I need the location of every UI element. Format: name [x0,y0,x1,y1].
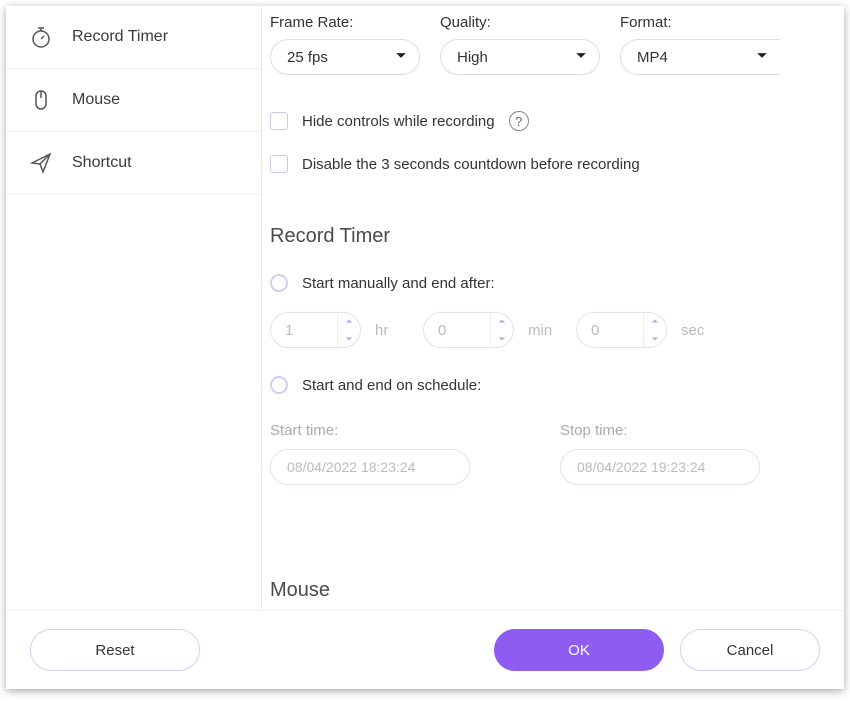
hours-value: 1 [271,322,337,339]
format-select[interactable]: MP4 [620,39,780,75]
help-icon[interactable]: ? [509,111,529,131]
quality-field: Quality: High [440,14,600,75]
sidebar-item-label: Shortcut [72,154,132,172]
sidebar-item-label: Mouse [72,91,120,109]
content-panel: Frame Rate: 25 fps Quality: High Format: [262,6,844,610]
hours-spinner[interactable]: 1 [270,312,361,348]
settings-dialog: Record Timer Mouse Shortcut [6,6,844,689]
seconds-unit: sec [681,322,715,339]
stop-time-input[interactable]: 08/04/2022 19:23:24 [560,449,760,485]
record-timer-title: Record Timer [262,185,844,260]
reset-button[interactable]: Reset [30,629,200,671]
paper-plane-icon [28,150,54,176]
start-time-input[interactable]: 08/04/2022 18:23:24 [270,449,470,485]
manual-radio-label: Start manually and end after: [302,275,495,292]
start-time-col: Start time: 08/04/2022 18:23:24 [270,422,470,485]
hide-controls-checkbox[interactable] [270,112,288,130]
manual-radio-row: Start manually and end after: [262,260,844,306]
ok-button-label: OK [568,642,590,659]
quality-select[interactable]: High [440,39,600,75]
start-time-value: 08/04/2022 18:23:24 [287,459,415,475]
schedule-radio-row: Start and end on schedule: [262,362,844,408]
main-area: Record Timer Mouse Shortcut [6,6,844,610]
seconds-down[interactable] [644,330,666,348]
reset-button-label: Reset [95,642,134,659]
mouse-icon [28,87,54,113]
hours-unit: hr [375,322,409,339]
format-field: Format: MP4 [620,14,780,75]
frame-rate-value: 25 fps [287,49,328,66]
minutes-unit: min [528,322,562,339]
duration-row: 1 hr 0 min 0 [262,306,844,362]
quality-value: High [457,49,488,66]
sidebar-list: Record Timer Mouse Shortcut [6,6,261,610]
disable-countdown-checkbox[interactable] [270,155,288,173]
sidebar-item-label: Record Timer [72,28,168,46]
frame-rate-label: Frame Rate: [270,14,420,31]
stop-time-label: Stop time: [560,422,760,439]
format-label: Format: [620,14,780,31]
seconds-stepper [643,312,666,348]
hours-up[interactable] [338,312,360,330]
disable-countdown-label: Disable the 3 seconds countdown before r… [302,156,640,173]
start-time-label: Start time: [270,422,470,439]
minutes-stepper [490,312,513,348]
sidebar: Record Timer Mouse Shortcut [6,6,262,610]
quality-label: Quality: [440,14,600,31]
dialog-footer: Reset OK Cancel [6,610,844,689]
seconds-up[interactable] [644,312,666,330]
chevron-down-icon [395,49,407,66]
minutes-value: 0 [424,322,490,339]
stop-time-col: Stop time: 08/04/2022 19:23:24 [560,422,760,485]
cancel-button-label: Cancel [727,642,774,659]
output-settings-row: Frame Rate: 25 fps Quality: High Format: [262,14,844,75]
sidebar-item-mouse[interactable]: Mouse [6,69,261,132]
cancel-button[interactable]: Cancel [680,629,820,671]
minutes-spinner[interactable]: 0 [423,312,514,348]
frame-rate-select[interactable]: 25 fps [270,39,420,75]
disable-countdown-row: Disable the 3 seconds countdown before r… [270,143,836,185]
recording-options: Hide controls while recording ? Disable … [262,75,844,185]
stop-time-value: 08/04/2022 19:23:24 [577,459,705,475]
frame-rate-field: Frame Rate: 25 fps [270,14,420,75]
seconds-value: 0 [577,322,643,339]
schedule-times-row: Start time: 08/04/2022 18:23:24 Stop tim… [262,408,844,499]
mouse-section-title: Mouse [262,499,844,610]
sidebar-item-shortcut[interactable]: Shortcut [6,132,261,195]
minutes-down[interactable] [491,330,513,348]
stopwatch-icon [28,24,54,50]
chevron-down-icon [575,49,587,66]
format-value: MP4 [637,49,668,66]
hide-controls-label: Hide controls while recording [302,113,495,130]
ok-button[interactable]: OK [494,629,664,671]
sidebar-item-record-timer[interactable]: Record Timer [6,6,261,69]
chevron-down-icon [756,49,768,66]
manual-radio[interactable] [270,274,288,292]
seconds-spinner[interactable]: 0 [576,312,667,348]
hours-stepper [337,312,360,348]
hours-down[interactable] [338,330,360,348]
schedule-radio-label: Start and end on schedule: [302,377,481,394]
schedule-radio[interactable] [270,376,288,394]
minutes-up[interactable] [491,312,513,330]
hide-controls-row: Hide controls while recording ? [270,99,836,143]
